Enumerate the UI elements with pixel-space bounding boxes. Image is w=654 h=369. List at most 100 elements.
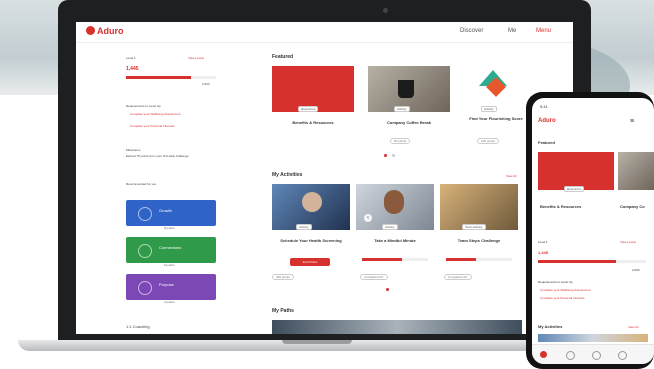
card-title: Connections <box>159 245 182 250</box>
phone-tile-label: Benefits & Resources <box>540 204 582 209</box>
top-nav-bar: Aduro Discover Me Menu <box>76 22 573 43</box>
featured-tile[interactable]: Resources Benefits & Resources <box>272 66 354 125</box>
requirement-item[interactable]: Complete your Wellbeing Assessment <box>130 112 180 116</box>
points-pill: 50 points <box>390 138 411 144</box>
milestone-text: Earned 75 points from your first daily c… <box>126 154 189 158</box>
activity-badge: Activity <box>296 224 312 230</box>
phone-featured-tile[interactable] <box>618 152 654 190</box>
progress-pill: Completed 4/7 <box>360 274 388 280</box>
featured-tile[interactable]: Activity Company Coffee Break 50 points <box>368 66 450 144</box>
profile-tab-icon[interactable] <box>618 351 627 360</box>
nav-me[interactable]: Me <box>508 28 516 34</box>
recommended-title: Recommended for you <box>126 182 157 186</box>
carousel-dot[interactable] <box>392 154 395 157</box>
recommended-card[interactable]: Connections 6 points <box>126 237 216 267</box>
tile-label: Benefits & Resources <box>292 120 334 125</box>
home-tab-icon[interactable] <box>540 351 547 358</box>
camera-icon <box>383 8 388 13</box>
phone-brand[interactable]: Aduro <box>538 118 556 124</box>
card-points: 4 points <box>164 300 175 304</box>
points-max: 2,000 <box>202 82 210 86</box>
nav-menu[interactable]: Menu <box>536 28 551 34</box>
phone-tile-label: Company Co <box>620 204 645 209</box>
my-activities-title: My Activities <box>272 172 303 178</box>
phone-tab-bar <box>532 344 654 364</box>
phone-featured-title: Featured <box>538 140 555 145</box>
phone-activity-strip <box>538 334 648 342</box>
phone-menu-icon[interactable]: ≡ <box>630 118 634 125</box>
activity-label: Schedule Your Health Screening <box>280 238 342 243</box>
phone-points-max: 2,000 <box>632 268 640 272</box>
activity-progress-fill <box>446 258 476 261</box>
phone-view-all[interactable]: View All <box>628 325 638 329</box>
activity-card[interactable]: Activity Take a Mindful Minute Completed… <box>356 184 434 280</box>
heart-icon <box>138 281 152 295</box>
activity-progress-fill <box>362 258 402 261</box>
laptop-screen: Aduro Discover Me Menu Level 1 View Leve… <box>76 22 573 334</box>
featured-tile[interactable]: Activity Find Your Flourishing Score 100… <box>459 66 533 144</box>
activity-label: Team Steps Challenge <box>457 238 501 243</box>
activity-label: Take a Mindful Minute <box>374 238 416 243</box>
enroll-now-button[interactable]: Enroll Now <box>290 258 330 266</box>
laptop-notch <box>282 340 352 344</box>
phone-activities-title: My Activities <box>538 324 563 329</box>
phone-requirements-title: Requirements to Level Up <box>538 280 573 284</box>
carousel-dot-active[interactable] <box>386 288 389 291</box>
nav-discover[interactable]: Discover <box>460 28 483 34</box>
person-photo <box>302 192 322 212</box>
tile-badge: Activity <box>394 106 410 112</box>
carousel-prev-icon[interactable]: ‹ <box>364 214 372 222</box>
card-title: Growth <box>159 208 172 213</box>
paths-strip <box>272 320 522 334</box>
carousel-dot-active[interactable] <box>384 154 387 157</box>
level-progress-bar <box>126 76 216 79</box>
tile-badge: Activity <box>481 106 497 112</box>
card-title: Purpose <box>159 282 174 287</box>
points-pill: 100 points <box>477 138 499 144</box>
aduro-logo-icon <box>86 26 95 35</box>
person-photo <box>384 190 404 214</box>
points-value: 1,445 <box>126 66 139 72</box>
featured-title: Featured <box>272 54 294 60</box>
phone-screen: 9:41 Aduro ≡ Featured Resources Benefits… <box>532 98 654 364</box>
sidebar: Level 1 View Levels 1,445 2,000 Requirem… <box>126 52 231 332</box>
activity-card[interactable]: Activity Schedule Your Health Screening … <box>272 184 350 280</box>
coffee-cup-icon <box>398 80 414 98</box>
phone-level: Level 1 <box>538 240 548 244</box>
activity-tab-icon[interactable] <box>592 351 601 360</box>
tile-badge: Resources <box>298 106 319 112</box>
brand-name: Aduro <box>97 26 124 36</box>
discover-tab-icon[interactable] <box>566 351 575 360</box>
level-label: Level 1 <box>126 56 136 60</box>
coaching-link[interactable]: 1:1 Coaching <box>126 324 150 329</box>
card-points: 8 points <box>164 226 175 230</box>
people-icon <box>138 244 152 258</box>
phone-time: 9:41 <box>540 104 548 109</box>
view-all-link[interactable]: View All <box>506 174 516 178</box>
my-paths-title: My Paths <box>272 308 294 314</box>
requirement-item[interactable]: Complete your Personal Interests <box>130 124 175 128</box>
phone-featured-tile[interactable]: Resources <box>538 152 614 192</box>
card-points: 6 points <box>164 263 175 267</box>
requirements-title: Requirements to Level Up <box>126 104 161 108</box>
phone-requirement[interactable]: Complete your Personal Interests <box>540 296 585 300</box>
phone-progress-fill <box>538 260 616 263</box>
activity-badge: Activity <box>382 224 398 230</box>
phone-points: 1,445 <box>538 250 549 255</box>
activity-progress-bar <box>362 258 428 261</box>
recommended-card[interactable]: Growth 8 points <box>126 200 216 230</box>
progress-pill: Completed 4/7 <box>444 274 472 280</box>
phone-progress-bar <box>538 260 646 263</box>
brand-logo[interactable]: Aduro <box>86 26 124 36</box>
level-progress-fill <box>126 76 191 79</box>
phone-requirement[interactable]: Complete your Wellbeing Assessment <box>540 288 590 292</box>
milestones-title: Milestones <box>126 148 141 152</box>
tile-label: Company Coffee Break <box>386 120 431 125</box>
activity-card[interactable]: Team Activity Team Steps Challenge Compl… <box>440 184 518 280</box>
points-pill: 300 points <box>272 274 294 280</box>
phone-view-levels[interactable]: View Levels <box>620 240 636 244</box>
view-levels-link[interactable]: View Levels <box>188 56 204 60</box>
tile-badge: Resources <box>564 186 585 192</box>
leaf-icon <box>138 207 152 221</box>
recommended-card[interactable]: Purpose 4 points <box>126 274 216 304</box>
